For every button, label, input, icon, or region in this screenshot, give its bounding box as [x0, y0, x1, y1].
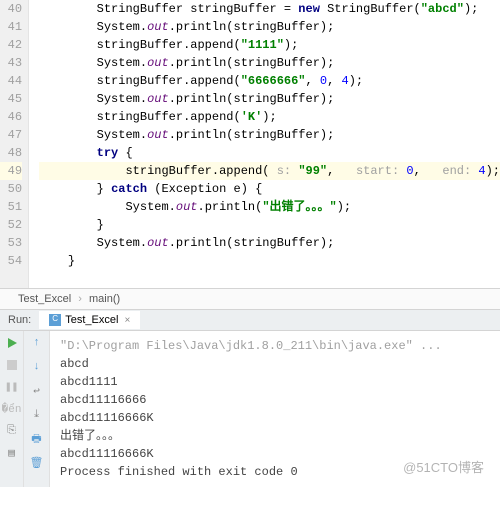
console-line: abcd11116666K: [60, 409, 490, 427]
print-icon[interactable]: 🖶: [29, 431, 45, 447]
code-editor[interactable]: 40414243 44454647 48495051 525354 String…: [0, 0, 500, 288]
console-output[interactable]: "D:\Program Files\Java\jdk1.8.0_211\bin\…: [50, 331, 500, 487]
scroll-icon[interactable]: ⤓: [29, 407, 45, 423]
run-tab-label: Test_Excel: [65, 314, 118, 326]
class-file-icon: [49, 314, 61, 326]
pause-icon[interactable]: ❚❚: [4, 379, 20, 395]
wrap-icon[interactable]: ↩: [29, 383, 45, 399]
run-toolbar-right: ↑ ↓ ↩ ⤓ 🖶 🗑: [24, 331, 50, 487]
breadcrumb-class[interactable]: Test_Excel: [18, 293, 71, 305]
dump-icon[interactable]: ⎘: [4, 423, 20, 439]
run-header: Run: Test_Excel ×: [0, 310, 500, 331]
breadcrumb[interactable]: Test_Excel › main(): [0, 288, 500, 310]
code-area[interactable]: StringBuffer stringBuffer = new StringBu…: [29, 0, 500, 288]
exit-icon[interactable]: �ển: [4, 401, 20, 417]
console-line: abcd: [60, 355, 490, 373]
stop-icon[interactable]: [4, 357, 20, 373]
run-tab[interactable]: Test_Excel ×: [39, 311, 140, 329]
down-icon[interactable]: ↓: [29, 359, 45, 375]
rerun-icon[interactable]: [4, 335, 20, 351]
console-line: abcd11116666: [60, 391, 490, 409]
close-icon[interactable]: ×: [124, 315, 130, 326]
run-panel: Run: Test_Excel × ❚❚ �ển ⎘ ▤ ↑ ↓ ↩ ⤓ 🖶 🗑…: [0, 310, 500, 487]
watermark: @51CTO博客: [403, 459, 484, 477]
trash-icon[interactable]: 🗑: [29, 455, 45, 471]
up-icon[interactable]: ↑: [29, 335, 45, 351]
console-line: 出错了。。。: [60, 427, 490, 445]
console-cmdline: "D:\Program Files\Java\jdk1.8.0_211\bin\…: [60, 337, 490, 355]
line-gutter: 40414243 44454647 48495051 525354: [0, 0, 29, 288]
breadcrumb-method[interactable]: main(): [89, 293, 120, 305]
console-line: abcd1111: [60, 373, 490, 391]
layout-icon[interactable]: ▤: [4, 445, 20, 461]
run-label: Run:: [0, 310, 39, 330]
run-toolbar-left: ❚❚ �ển ⎘ ▤: [0, 331, 24, 487]
chevron-right-icon: ›: [74, 293, 86, 305]
